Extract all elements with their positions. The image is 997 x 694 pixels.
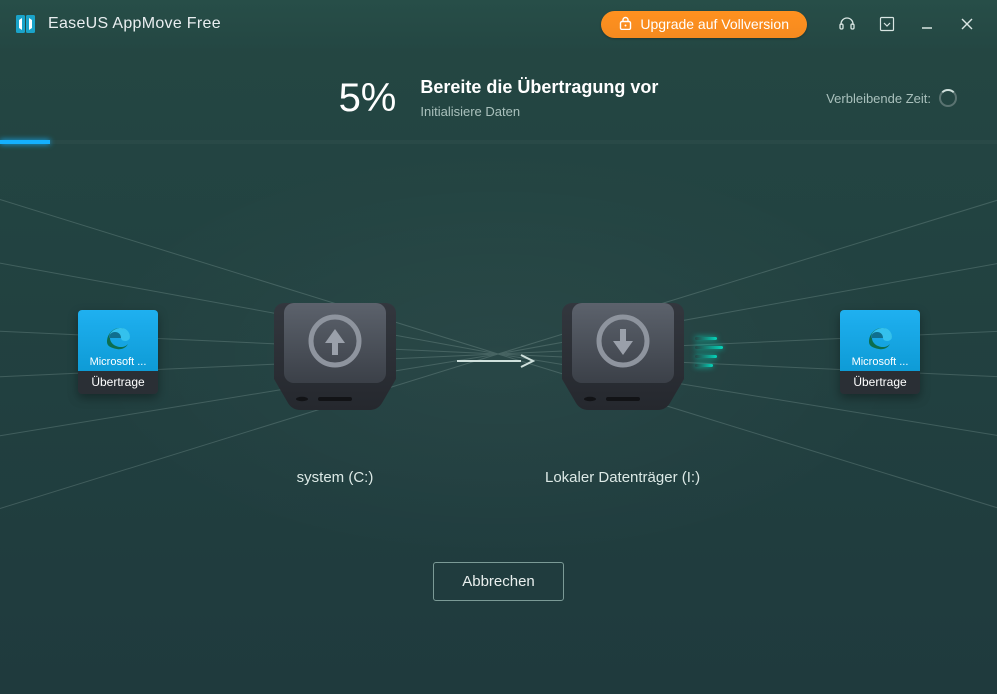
- minimize-button[interactable]: [907, 8, 947, 40]
- minimize-icon: [920, 17, 934, 31]
- close-icon: [960, 17, 974, 31]
- menu-dropdown-button[interactable]: [867, 8, 907, 40]
- progress-subtitle: Initialisiere Daten: [420, 104, 658, 119]
- destination-drive: Lokaler Datenträger (I:): [545, 299, 700, 486]
- progress-percent: 5%: [339, 76, 397, 121]
- source-drive: system (C:): [260, 299, 410, 486]
- lock-icon: [619, 16, 632, 33]
- app-title: EaseUS AppMove Free: [48, 15, 221, 33]
- source-app-status: Übertrage: [78, 371, 158, 394]
- headset-icon: [838, 15, 856, 33]
- transfer-stage: system (C:): [0, 144, 997, 548]
- destination-app-status: Übertrage: [840, 371, 920, 394]
- upgrade-button[interactable]: Upgrade auf Vollversion: [601, 11, 807, 38]
- arrow-right-icon: [455, 351, 535, 371]
- support-button[interactable]: [827, 8, 867, 40]
- destination-app-tile: Microsoft ... Übertrage: [840, 310, 920, 394]
- source-drive-icon: [260, 299, 410, 419]
- destination-app-name: Microsoft ...: [852, 356, 909, 368]
- progress-title: Bereite die Übertragung vor: [420, 77, 658, 98]
- destination-drive-label: Lokaler Datenträger (I:): [545, 469, 700, 486]
- destination-drive-icon: [548, 299, 698, 419]
- edge-icon: [867, 325, 893, 354]
- dropdown-icon: [879, 16, 895, 32]
- cancel-area: Abbrechen: [0, 548, 997, 601]
- titlebar: EaseUS AppMove Free Upgrade auf Vollvers…: [0, 0, 997, 48]
- transfer-pulse: [695, 337, 723, 367]
- source-app-name: Microsoft ...: [90, 356, 147, 368]
- source-app-tile: Microsoft ... Übertrage: [78, 310, 158, 394]
- cancel-button[interactable]: Abbrechen: [433, 562, 564, 601]
- close-button[interactable]: [947, 8, 987, 40]
- remaining-time: Verbleibende Zeit:: [826, 89, 957, 107]
- source-drive-label: system (C:): [297, 469, 374, 486]
- upgrade-label: Upgrade auf Vollversion: [640, 16, 789, 32]
- edge-icon: [105, 325, 131, 354]
- remaining-time-label: Verbleibende Zeit:: [826, 91, 931, 106]
- progress-header: 5% Bereite die Übertragung vor Initialis…: [0, 56, 997, 140]
- app-logo-icon: [16, 14, 36, 34]
- refresh-icon: [939, 89, 957, 107]
- window-buttons: [827, 8, 987, 40]
